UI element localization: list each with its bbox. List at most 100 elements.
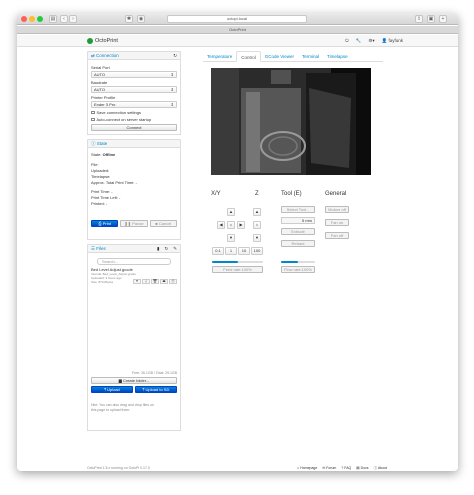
storage-info: Free: 26.1GB / Total: 29.1GB [131,371,177,375]
refresh-icon[interactable]: ↻ [173,53,177,59]
checkbox[interactable] [91,110,95,115]
forward-icon[interactable]: › [69,15,77,23]
upload-button[interactable]: ⤒ Upload [91,386,133,393]
pause-button[interactable]: ❚❚ Pause [120,220,148,227]
state-value: Offline [102,152,116,157]
step-10-button[interactable]: 10 [238,247,250,255]
state-title: State [96,140,108,146]
back-icon[interactable]: ‹ [60,15,68,23]
print-label: Print [102,221,111,226]
state-panel-header[interactable]: ⓘ State [87,139,181,148]
user-name: fayfunk [388,38,403,43]
extrude-unit: mm [305,218,312,223]
print-button[interactable]: ⎙ Print [91,220,119,227]
serial-port-select[interactable]: AUTO [91,71,177,78]
home-xy-button[interactable]: ⌂ [227,221,235,229]
tabs-overview-icon[interactable]: ▣ [427,15,435,23]
close-window-button[interactable] [21,16,27,22]
tab-gcode-viewer[interactable]: GCode Viewer [261,51,298,61]
extrude-amount: 5 [301,218,305,223]
upload-sd-button[interactable]: ⤒ Upload to SD [135,386,177,393]
footer-link-about[interactable]: ⓘ About [374,466,387,471]
feed-rate-slider[interactable] [212,261,263,263]
jog-z-minus-button[interactable]: ▼ [253,234,261,242]
tab-timelapse[interactable]: Timelapse [323,51,352,61]
fan-off-button[interactable]: Fan off [325,232,349,239]
extension-icon[interactable]: ✱ [125,15,133,23]
file-menu-icon[interactable]: ▾ [133,279,141,284]
new-tab-icon[interactable]: + [439,15,447,23]
extrude-amount-input[interactable]: 5 mm [281,217,315,224]
files-panel-header[interactable]: ☰ Files ▮ ↻ ✎ [87,244,181,253]
auto-connect-checkbox[interactable]: Auto-connect on server startup [91,117,177,122]
printed-label: Printed: - [91,201,108,206]
connection-panel-header[interactable]: ⇄ Connection ↻ [87,51,181,60]
sidebar: ⇄ Connection ↻ Serial Port AUTO Baudrate… [87,51,181,461]
footer-link-faq[interactable]: ? FAQ [341,466,351,471]
upload-label: Upload [107,387,120,392]
about-label: About [377,466,387,470]
step-100-button[interactable]: 100 [251,247,263,255]
step-1-button[interactable]: 1 [225,247,237,255]
address-bar[interactable]: octopi.local [167,15,307,23]
jog-x-plus-button[interactable]: ▶ [237,221,245,229]
delete-icon[interactable]: 🗑 [151,279,159,284]
sd-card-icon[interactable]: ▮ [157,246,159,252]
baudrate-label: Baudrate [91,80,108,85]
browser-tab[interactable]: OctoPrint [17,26,458,34]
jog-y-plus-button[interactable]: ▲ [227,208,235,216]
create-folder-button[interactable]: ▆ Create folder... [91,377,177,384]
flow-rate-button[interactable]: Flow rate:100% [281,266,315,273]
print-controls: ⎙ Print ❚❚ Pause ■ Cancel [91,220,177,227]
feed-rate-button[interactable]: Feed rate:100% [212,266,263,273]
brand-name: OctoPrint [95,38,118,44]
load-print-icon[interactable]: ⎙ [169,279,177,284]
tab-terminal[interactable]: Terminal [298,51,323,61]
connect-button[interactable]: Connect [91,124,177,131]
create-folder-label: Create folder... [122,378,150,383]
extrude-button[interactable]: Extrude [281,228,315,235]
home-z-button[interactable]: ⌂ [253,221,261,229]
step-0-1-button[interactable]: 0.1 [212,247,224,255]
refresh-files-icon[interactable]: ↻ [164,246,168,252]
tab-control[interactable]: Control [236,51,261,62]
shield-icon[interactable]: ◉ [137,15,145,23]
system-menu-icon[interactable]: ⚙▾ [368,38,374,44]
printer-profile-select[interactable]: Ender 3 Pro [91,101,177,108]
fan-on-button[interactable]: Fan on [325,219,349,226]
z-heading: Z [255,191,259,197]
checkbox[interactable] [91,117,95,122]
upload-hint: Hint: You can also drag and drop files o… [91,403,154,412]
download-icon[interactable]: ⤓ [142,279,150,284]
jog-y-minus-button[interactable]: ▼ [227,234,235,242]
sidebar-toggle-icon[interactable]: ▤ [49,15,57,23]
wrench-icon[interactable]: 🔧 [356,38,362,44]
tab-temperature[interactable]: Temperature [203,51,236,61]
files-search-input[interactable]: Search... [97,258,171,265]
state-label: State: [91,152,102,157]
brand[interactable]: OctoPrint [87,38,118,44]
footer-link-forum[interactable]: ✉ Forum [322,466,336,471]
motors-off-button[interactable]: Motors off [325,206,349,213]
user-menu[interactable]: 👤 fayfunk [382,38,403,44]
power-icon[interactable]: ⏻ [345,38,349,44]
minimize-window-button[interactable] [29,16,35,22]
flow-rate-slider[interactable] [281,261,315,263]
baudrate-select[interactable]: AUTO [91,86,177,93]
auto-connect-label: Auto-connect on server startup [96,117,152,122]
load-icon[interactable]: ⏏ [160,279,168,284]
jog-z-plus-button[interactable]: ▲ [253,208,261,216]
tool-select[interactable]: Select Tool... [281,206,315,213]
jog-x-minus-button[interactable]: ◀ [217,221,225,229]
navbar-actions: ⏻ 🔧 ⚙▾ 👤 fayfunk [345,38,403,44]
retract-button[interactable]: Retract [281,240,315,247]
wrench-files-icon[interactable]: ✎ [173,246,177,252]
footer-link-docs[interactable]: ▤ Docs [356,466,368,471]
cancel-button[interactable]: ■ Cancel [149,220,177,227]
homepage-label: Homepage [300,466,318,470]
save-settings-checkbox[interactable]: Save connection settings [91,110,177,115]
zoom-window-button[interactable] [37,16,43,22]
share-icon[interactable]: ⇪ [415,15,423,23]
footer: OctoPrint 1.5.x running on OctoPi 0.17.0… [87,466,387,471]
footer-link-homepage[interactable]: ⌂ Homepage [297,466,317,471]
